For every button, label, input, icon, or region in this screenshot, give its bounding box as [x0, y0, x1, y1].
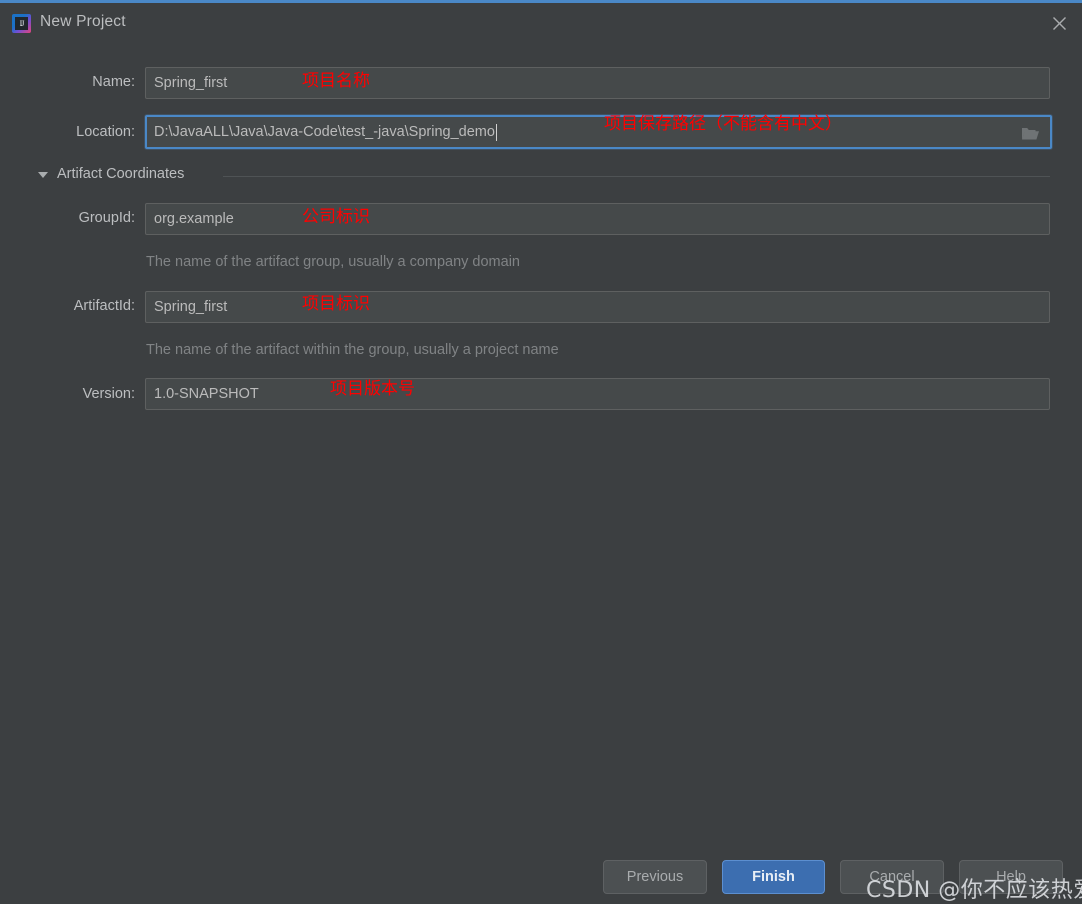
previous-button[interactable]: Previous	[603, 860, 707, 894]
name-label: Name:	[92, 74, 135, 90]
annotation-location: 项目保存路径（不能含有中文）	[604, 114, 842, 134]
csdn-watermark: CSDN @你不应该热爱	[866, 878, 1082, 903]
location-input[interactable]: D:\JavaALL\Java\Java-Code\test_-java\Spr…	[145, 115, 1052, 149]
text-caret	[495, 123, 497, 141]
groupid-input-value: org.example	[154, 211, 234, 227]
groupid-input[interactable]: org.example	[145, 203, 1050, 235]
artifactid-label: ArtifactId:	[73, 298, 135, 314]
version-input[interactable]: 1.0-SNAPSHOT	[145, 378, 1050, 410]
annotation-version: 项目版本号	[330, 379, 415, 399]
groupid-label: GroupId:	[78, 210, 135, 226]
section-title: Artifact Coordinates	[57, 166, 185, 182]
annotation-name: 项目名称	[302, 71, 370, 91]
intellij-idea-icon: IJ	[12, 14, 31, 33]
new-project-dialog: IJ New Project Name: Spring_first 项目名称 L…	[0, 0, 1082, 904]
window-title: New Project	[40, 13, 126, 30]
chevron-down-icon[interactable]	[38, 172, 48, 178]
version-label: Version:	[82, 386, 135, 402]
app-icon-glyph: IJ	[15, 17, 28, 30]
name-input[interactable]: Spring_first	[145, 67, 1050, 99]
folder-icon[interactable]	[1012, 119, 1048, 147]
artifactid-input[interactable]: Spring_first	[145, 291, 1050, 323]
groupid-helper-text: The name of the artifact group, usually …	[146, 254, 520, 270]
annotation-artifactid: 项目标识	[302, 294, 370, 314]
artifactid-helper-text: The name of the artifact within the grou…	[146, 342, 559, 358]
name-input-value: Spring_first	[154, 75, 228, 91]
artifactid-input-value: Spring_first	[154, 299, 228, 315]
close-icon[interactable]	[1036, 3, 1082, 43]
finish-button[interactable]: Finish	[722, 860, 825, 894]
annotation-groupid: 公司标识	[302, 207, 370, 227]
section-divider	[223, 176, 1050, 177]
finish-button-label: Finish	[752, 869, 795, 885]
version-input-value: 1.0-SNAPSHOT	[154, 386, 259, 402]
location-input-value: D:\JavaALL\Java\Java-Code\test_-java\Spr…	[154, 124, 495, 140]
location-label: Location:	[76, 124, 135, 140]
artifact-coordinates-section-header[interactable]: Artifact Coordinates	[0, 166, 1082, 186]
titlebar: IJ New Project	[0, 3, 1082, 45]
previous-button-label: Previous	[626, 869, 684, 885]
